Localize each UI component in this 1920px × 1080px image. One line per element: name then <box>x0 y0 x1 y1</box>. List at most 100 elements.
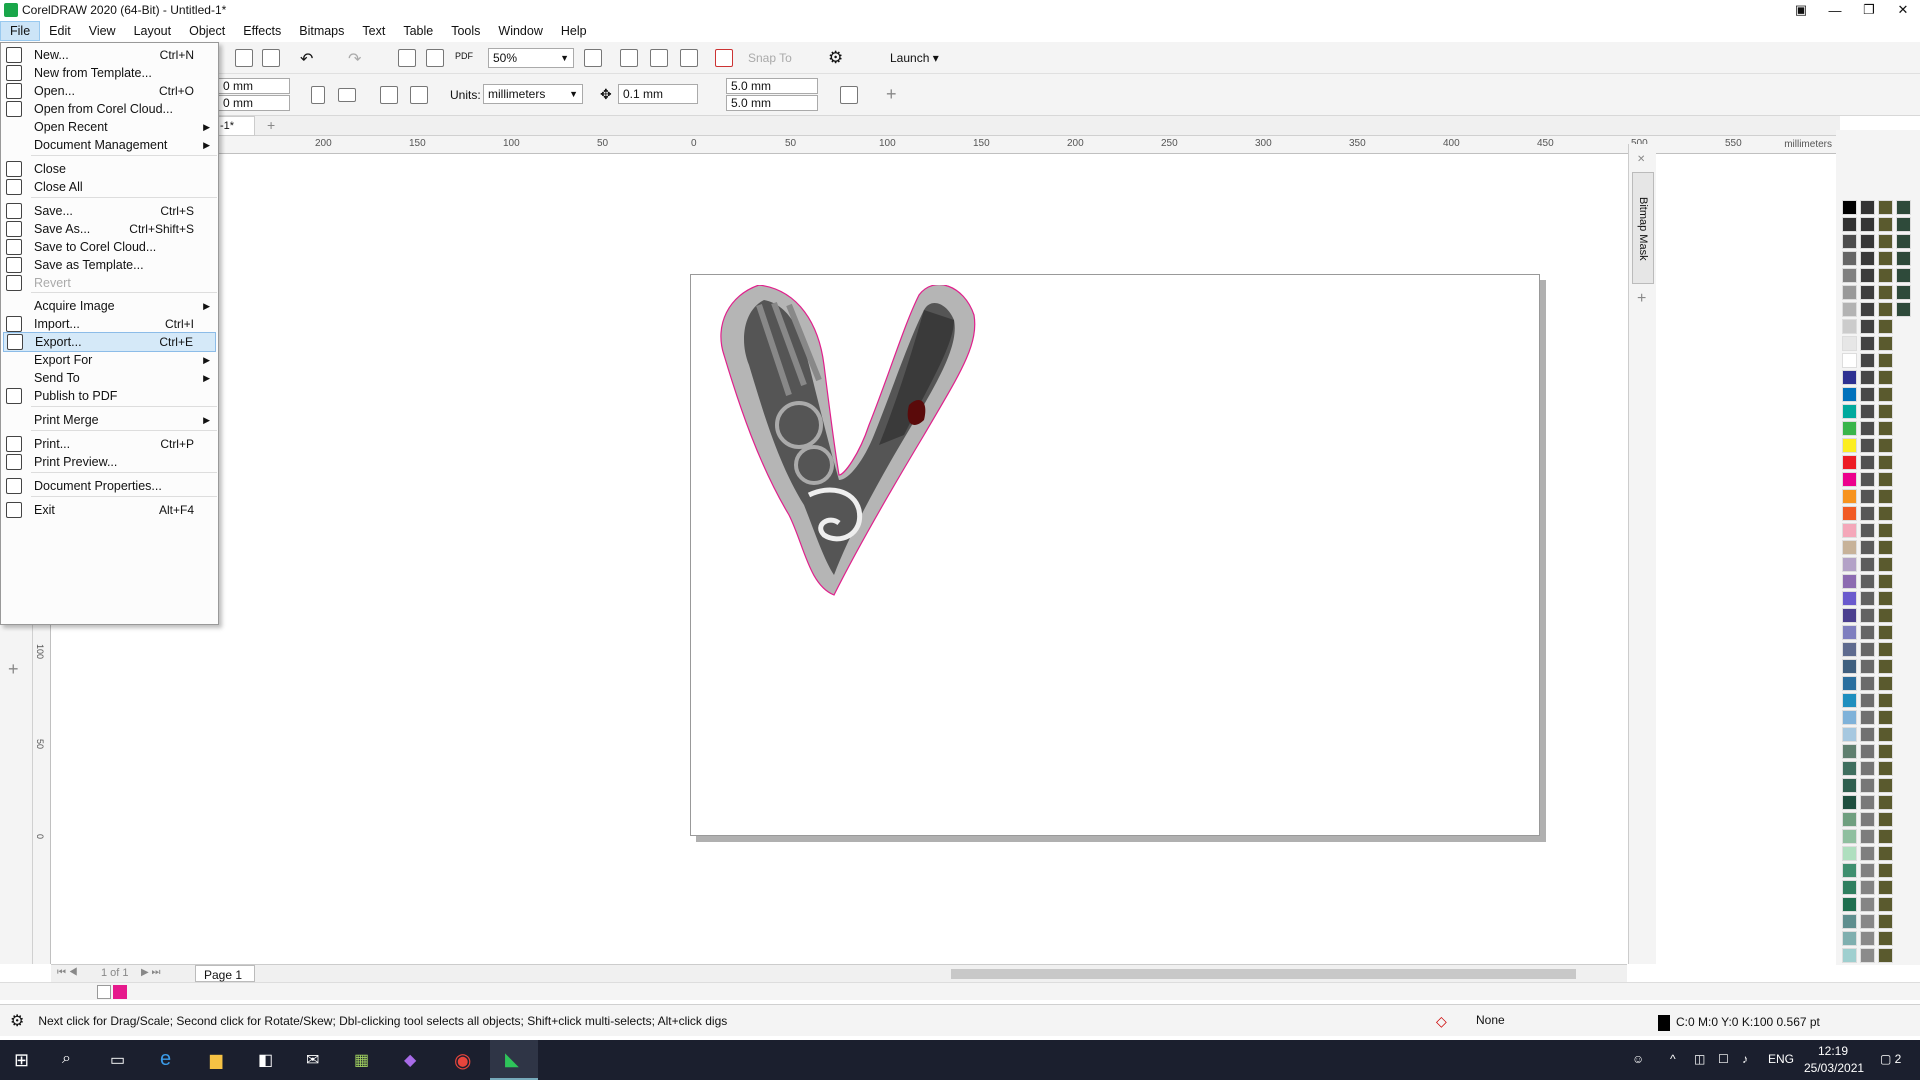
settings-gear-icon[interactable]: ⚙ <box>10 1011 24 1031</box>
redo-icon[interactable]: ↷ <box>348 49 361 69</box>
palette-swatch[interactable] <box>1896 268 1911 283</box>
coreldraw-taskbar-button[interactable]: ◣ <box>490 1040 538 1080</box>
palette-swatch[interactable] <box>1860 268 1875 283</box>
file-menu-item-new-from-template[interactable]: New from Template... <box>3 63 216 83</box>
page-tab[interactable]: Page 1 <box>195 965 255 982</box>
palette-swatch[interactable] <box>1860 897 1875 912</box>
palette-swatch[interactable] <box>1860 336 1875 351</box>
palette-swatch[interactable] <box>1842 370 1857 385</box>
palette-swatch[interactable] <box>1860 625 1875 640</box>
clock-date[interactable]: 25/03/2021 <box>1804 1061 1864 1075</box>
palette-swatch[interactable] <box>1860 880 1875 895</box>
palette-swatch[interactable] <box>1860 387 1875 402</box>
current-page-icon[interactable] <box>410 86 428 104</box>
nudge-distance-field[interactable]: 0.1 mm <box>618 84 698 104</box>
palette-swatch[interactable] <box>1842 438 1857 453</box>
palette-swatch[interactable] <box>1842 319 1857 334</box>
palette-swatch[interactable] <box>1842 914 1857 929</box>
palette-swatch[interactable] <box>1878 404 1893 419</box>
palette-swatch[interactable] <box>1842 829 1857 844</box>
palette-swatch[interactable] <box>1860 523 1875 538</box>
drawing-page[interactable] <box>690 274 1540 836</box>
palette-swatch[interactable] <box>1860 234 1875 249</box>
portrait-icon[interactable] <box>311 86 325 104</box>
options-gear-icon[interactable]: ⚙ <box>828 48 843 68</box>
palette-swatch[interactable] <box>1860 404 1875 419</box>
palette-swatch[interactable] <box>1878 540 1893 555</box>
palette-swatch[interactable] <box>1860 438 1875 453</box>
full-screen-icon[interactable] <box>584 49 602 67</box>
palette-swatch[interactable] <box>1842 557 1857 572</box>
palette-swatch[interactable] <box>1860 744 1875 759</box>
palette-swatch[interactable] <box>1878 387 1893 402</box>
palette-swatch[interactable] <box>1878 676 1893 691</box>
palette-swatch[interactable] <box>1842 948 1857 963</box>
palette-swatch[interactable] <box>1878 914 1893 929</box>
file-menu-item-acquire-image[interactable]: Acquire Image ▶ <box>3 296 216 316</box>
file-menu-item-new[interactable]: New... Ctrl+N <box>3 45 216 65</box>
palette-swatch[interactable] <box>1860 812 1875 827</box>
palette-swatch[interactable] <box>1878 727 1893 742</box>
bitmap-mask-tab[interactable]: Bitmap Mask <box>1632 172 1654 284</box>
file-menu-item-publish-to-pdf[interactable]: Publish to PDF <box>3 386 216 406</box>
palette-swatch[interactable] <box>1878 336 1893 351</box>
palette-swatch[interactable] <box>1860 421 1875 436</box>
palette-swatch[interactable] <box>1842 778 1857 793</box>
palette-swatch[interactable] <box>1842 302 1857 317</box>
palette-swatch[interactable] <box>1842 217 1857 232</box>
alignment-guides-icon[interactable] <box>715 49 733 67</box>
paste-icon[interactable] <box>262 49 280 67</box>
file-menu-item-print-merge[interactable]: Print Merge ▶ <box>3 410 216 430</box>
show-guidelines-icon[interactable] <box>680 49 698 67</box>
palette-swatch[interactable] <box>1878 744 1893 759</box>
palette-swatch[interactable] <box>1860 217 1875 232</box>
file-menu-item-open[interactable]: Open... Ctrl+O <box>3 81 216 101</box>
palette-swatch[interactable] <box>1842 404 1857 419</box>
palette-swatch[interactable] <box>1878 489 1893 504</box>
palette-swatch[interactable] <box>1878 523 1893 538</box>
antivirus-icon[interactable]: ◫ <box>1694 1052 1705 1066</box>
palette-swatch[interactable] <box>1842 931 1857 946</box>
palette-swatch[interactable] <box>1896 234 1911 249</box>
palette-swatch[interactable] <box>1878 557 1893 572</box>
close-window-button[interactable]: ✕ <box>1886 0 1920 20</box>
palette-swatch[interactable] <box>1842 744 1857 759</box>
last-page-icon[interactable]: ▶ ⏭ <box>141 967 160 978</box>
file-menu-item-open-from-corel-cloud[interactable]: Open from Corel Cloud... <box>3 99 216 119</box>
palette-swatch[interactable] <box>1878 880 1893 895</box>
palette-swatch[interactable] <box>1860 200 1875 215</box>
file-menu-item-save-as-template[interactable]: Save as Template... <box>3 255 216 275</box>
palette-swatch[interactable] <box>1860 693 1875 708</box>
palette-swatch[interactable] <box>1860 574 1875 589</box>
palette-swatch[interactable] <box>1860 642 1875 657</box>
account-icon[interactable]: ▣ <box>1784 0 1818 20</box>
chrome-icon[interactable]: ◉ <box>454 1048 471 1073</box>
palette-swatch[interactable] <box>1842 625 1857 640</box>
network-icon[interactable]: ☐ <box>1718 1052 1729 1066</box>
publish-pdf-icon[interactable]: PDF <box>455 51 473 61</box>
treat-as-filled-icon[interactable] <box>840 86 858 104</box>
menu-window[interactable]: Window <box>489 22 551 40</box>
palette-swatch[interactable] <box>1842 591 1857 606</box>
palette-swatch[interactable] <box>1860 863 1875 878</box>
palette-swatch[interactable] <box>1842 693 1857 708</box>
file-menu-item-export[interactable]: Export... Ctrl+E <box>3 332 216 352</box>
palette-swatch[interactable] <box>1860 608 1875 623</box>
palette-swatch[interactable] <box>1842 234 1857 249</box>
palette-swatch[interactable] <box>1896 302 1911 317</box>
file-menu-item-open-recent[interactable]: Open Recent ▶ <box>3 117 216 137</box>
minimize-button[interactable]: — <box>1818 0 1852 20</box>
file-menu-item-revert[interactable]: Revert <box>3 273 216 293</box>
palette-swatch[interactable] <box>1842 336 1857 351</box>
file-menu-item-save[interactable]: Save... Ctrl+S <box>3 201 216 221</box>
palette-swatch[interactable] <box>1860 914 1875 929</box>
palette-swatch[interactable] <box>1842 676 1857 691</box>
file-menu-item-save-as[interactable]: Save As... Ctrl+Shift+S <box>3 219 216 239</box>
menu-object[interactable]: Object <box>180 22 234 40</box>
menu-text[interactable]: Text <box>353 22 394 40</box>
palette-swatch[interactable] <box>1878 421 1893 436</box>
palette-swatch[interactable] <box>1860 659 1875 674</box>
horizontal-scrollbar[interactable] <box>951 969 1576 979</box>
palette-swatch[interactable] <box>1860 948 1875 963</box>
palette-swatch[interactable] <box>1878 268 1893 283</box>
